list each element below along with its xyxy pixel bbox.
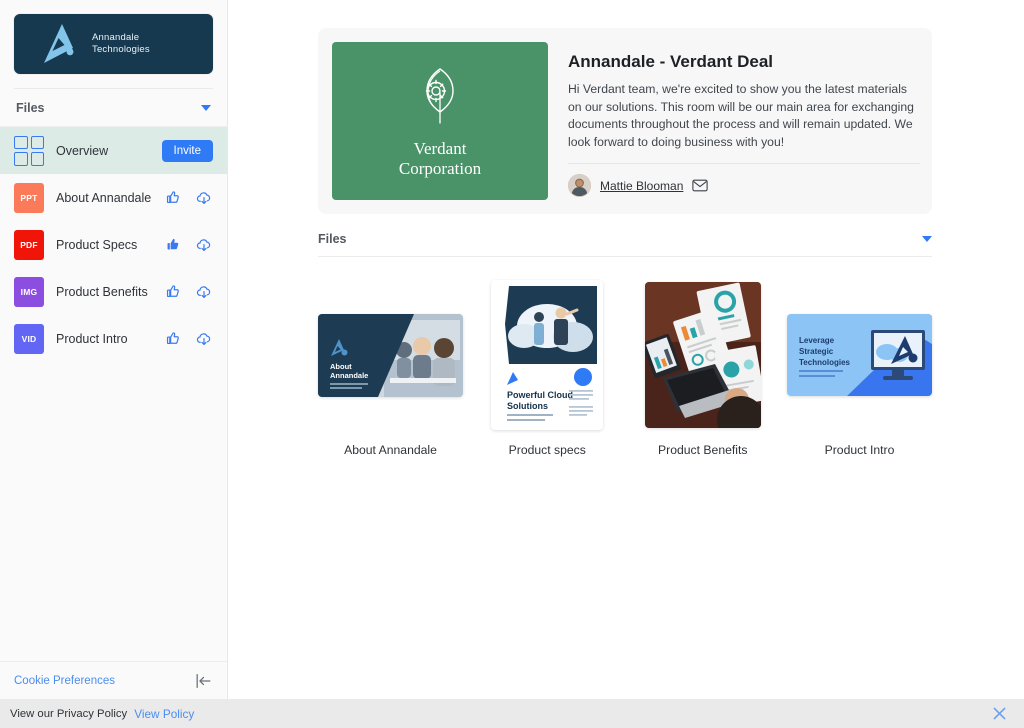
files-section: Files About Annandale About Annandale Po… bbox=[318, 232, 932, 457]
desk-laptop-reports-photo-thumbnail bbox=[644, 282, 761, 428]
thumbs-up-outline-icon[interactable] bbox=[164, 283, 181, 300]
cloud-download-icon[interactable] bbox=[195, 236, 213, 254]
svg-text:About: About bbox=[330, 362, 352, 371]
privacy-banner-text: View our Privacy Policy bbox=[10, 707, 128, 720]
svg-text:Solutions: Solutions bbox=[507, 401, 548, 411]
sidebar-logo-area: Annandale Technologies bbox=[0, 0, 227, 89]
close-x-icon bbox=[993, 707, 1006, 720]
client-name-line1: Verdant bbox=[413, 139, 467, 158]
client-logo-tile: Verdant Corporation bbox=[332, 42, 548, 200]
file-row-actions bbox=[164, 330, 213, 348]
user-photo-avatar-icon bbox=[568, 174, 591, 197]
cookie-preferences-link[interactable]: Cookie Preferences bbox=[14, 675, 115, 687]
svg-text:Technologies: Technologies bbox=[799, 358, 851, 367]
about-annandale-slide-thumbnail: About Annandale bbox=[318, 313, 463, 397]
file-thumbnail-box: Powerful Cloud Solutions bbox=[491, 279, 604, 431]
deal-owner-name[interactable]: Mattie Blooman bbox=[600, 179, 683, 193]
file-card[interactable]: About Annandale About Annandale bbox=[318, 279, 463, 457]
invite-button[interactable]: Invite bbox=[161, 139, 213, 162]
sidebar: Annandale Technologies Files Overview In… bbox=[0, 0, 228, 699]
file-thumbnail-box: Leverage Strategic Technologies bbox=[787, 279, 932, 431]
cloud-download-icon[interactable] bbox=[195, 330, 213, 348]
deal-owner: Mattie Blooman bbox=[568, 174, 920, 197]
logo-company: Annandale bbox=[92, 32, 140, 43]
thumbs-up-outline-icon[interactable] bbox=[164, 330, 181, 347]
annandale-logo-text: Annandale Technologies bbox=[92, 32, 150, 56]
svg-text:Leverage: Leverage bbox=[799, 336, 835, 345]
leverage-strategic-technologies-slide-thumbnail: Leverage Strategic Technologies bbox=[787, 314, 932, 396]
sidebar-file-label: Product Benefits bbox=[56, 284, 148, 299]
view-policy-link[interactable]: View Policy bbox=[134, 707, 194, 721]
svg-text:Powerful Cloud: Powerful Cloud bbox=[507, 390, 573, 400]
client-logo-name: Verdant Corporation bbox=[399, 139, 481, 179]
deal-room-app: Annandale Technologies Files Overview In… bbox=[0, 0, 1024, 728]
thumbs-up-filled-icon[interactable] bbox=[164, 236, 181, 253]
page-title: Annandale - Verdant Deal bbox=[568, 52, 773, 71]
files-section-label: Files bbox=[318, 232, 347, 246]
file-row-actions bbox=[164, 189, 213, 207]
thumbs-up-outline-icon[interactable] bbox=[164, 189, 181, 206]
privacy-banner: View our Privacy Policy View Policy bbox=[0, 699, 1024, 728]
file-card[interactable]: Leverage Strategic Technologies Product … bbox=[787, 279, 932, 457]
file-row-actions bbox=[164, 283, 213, 301]
avatar bbox=[568, 174, 591, 197]
grid-four-squares-icon bbox=[14, 135, 44, 166]
annandale-logo-card[interactable]: Annandale Technologies bbox=[14, 14, 213, 74]
file-card[interactable]: Product Benefits bbox=[632, 279, 775, 457]
collapse-sidebar-left-icon[interactable] bbox=[194, 673, 213, 689]
sidebar-files-header[interactable]: Files bbox=[0, 89, 227, 127]
triangle-down-icon[interactable] bbox=[922, 236, 932, 242]
logo-division: Technologies bbox=[92, 44, 150, 55]
file-type-badge: IMG bbox=[14, 276, 44, 307]
files-section-header[interactable]: Files bbox=[318, 232, 932, 257]
cloud-download-icon[interactable] bbox=[195, 283, 213, 301]
deal-hero-card: Verdant Corporation Annandale - Verdant … bbox=[318, 28, 932, 214]
annandale-a-logo-icon bbox=[44, 24, 74, 63]
triangle-down-icon[interactable] bbox=[201, 104, 211, 111]
file-thumbnail-box bbox=[644, 279, 761, 431]
sidebar-file-label: Product Intro bbox=[56, 331, 128, 346]
svg-text:Annandale: Annandale bbox=[330, 371, 368, 380]
file-card[interactable]: Powerful Cloud Solutions Product specs bbox=[476, 279, 619, 457]
sidebar-files-label: Files bbox=[16, 100, 45, 115]
file-card-label: About Annandale bbox=[344, 443, 437, 457]
file-type-badge: PDF bbox=[14, 229, 44, 260]
sidebar-footer: Cookie Preferences bbox=[0, 661, 227, 699]
sidebar-file-label: Product Specs bbox=[56, 237, 138, 252]
cloud-download-icon[interactable] bbox=[195, 189, 213, 207]
deal-details: Annandale - Verdant Deal Hi Verdant team… bbox=[568, 42, 926, 200]
file-type-badge: VID bbox=[14, 323, 44, 354]
sidebar-file-label: About Annandale bbox=[56, 190, 152, 205]
sidebar-item-label: Overview bbox=[56, 143, 109, 158]
deal-description: Hi Verdant team, we're excited to show y… bbox=[568, 82, 914, 149]
hero-divider bbox=[568, 163, 920, 164]
main-content: Verdant Corporation Annandale - Verdant … bbox=[228, 0, 1024, 699]
file-thumbnail-box: About Annandale bbox=[318, 279, 463, 431]
sidebar-file-row[interactable]: PDF Product Specs bbox=[0, 221, 227, 268]
file-thumbnail-grid: About Annandale About Annandale Powerful… bbox=[318, 257, 932, 457]
svg-text:Strategic: Strategic bbox=[799, 347, 834, 356]
sidebar-file-row[interactable]: PPT About Annandale bbox=[0, 174, 227, 221]
leaf-gear-icon bbox=[425, 68, 454, 124]
file-type-badge: PPT bbox=[14, 182, 44, 213]
file-row-actions bbox=[164, 236, 213, 254]
sidebar-file-row[interactable]: VID Product Intro bbox=[0, 315, 227, 362]
envelope-icon[interactable] bbox=[692, 179, 709, 192]
sidebar-file-row[interactable]: IMG Product Benefits bbox=[0, 268, 227, 315]
file-card-label: Product specs bbox=[508, 443, 586, 457]
powerful-cloud-solutions-doc-thumbnail: Powerful Cloud Solutions bbox=[491, 280, 604, 430]
file-card-label: Product Benefits bbox=[658, 443, 748, 457]
sidebar-item-overview[interactable]: Overview Invite bbox=[0, 127, 227, 174]
privacy-banner-close-button[interactable] bbox=[993, 707, 1006, 720]
file-card-label: Product Intro bbox=[824, 443, 895, 457]
client-name-line2: Corporation bbox=[398, 159, 482, 178]
